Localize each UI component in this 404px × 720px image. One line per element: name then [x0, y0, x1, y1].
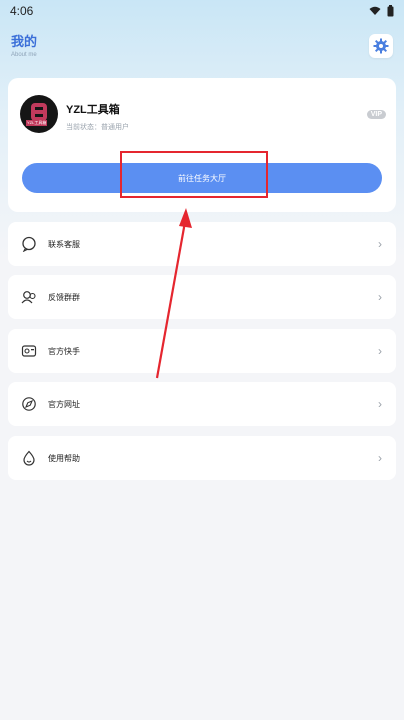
- menu-item-official-kuaishou[interactable]: 官方快手 ›: [8, 329, 396, 373]
- wifi-icon: [369, 6, 381, 15]
- chevron-right-icon: ›: [378, 397, 382, 411]
- menu-label: 反馈群群: [48, 292, 80, 302]
- help-drop-icon: [20, 449, 38, 467]
- battery-icon: [387, 5, 394, 17]
- gear-icon: [373, 38, 389, 54]
- chevron-right-icon: ›: [378, 451, 382, 465]
- vip-badge: VIP: [366, 110, 386, 119]
- settings-button[interactable]: [369, 34, 393, 58]
- chevron-right-icon: ›: [378, 290, 382, 304]
- group-icon: [20, 288, 38, 306]
- menu-item-feedback-group[interactable]: 反馈群群 ›: [8, 275, 396, 319]
- menu-label: 官方网址: [48, 399, 80, 409]
- menu-item-official-website[interactable]: 官方网址 ›: [8, 382, 396, 426]
- annotation-highlight-box: [120, 151, 268, 198]
- page-subtitle: About me: [11, 52, 37, 58]
- compass-icon: [20, 395, 38, 413]
- avatar[interactable]: YZL工具箱: [20, 95, 58, 133]
- chevron-right-icon: ›: [378, 344, 382, 358]
- user-name: YZL工具箱: [66, 104, 120, 116]
- avatar-tag: YZL工具箱: [26, 120, 48, 126]
- status-icons: [369, 5, 394, 17]
- menu-item-help[interactable]: 使用帮助 ›: [8, 436, 396, 480]
- video-icon: [20, 342, 38, 360]
- app-logo-icon: [31, 103, 47, 121]
- page-title: 我的: [11, 34, 38, 49]
- page-header: 我的 About me: [11, 34, 37, 58]
- status-time: 4:06: [10, 4, 34, 18]
- chevron-right-icon: ›: [378, 237, 382, 251]
- menu-label: 官方快手: [48, 346, 80, 356]
- menu-label: 使用帮助: [48, 453, 80, 463]
- chat-bubble-icon: [20, 235, 38, 253]
- user-status: 当前状态：普通用户: [66, 124, 129, 131]
- menu-item-contact-service[interactable]: 联系客服 ›: [8, 222, 396, 266]
- menu-label: 联系客服: [48, 239, 80, 249]
- status-bar: 4:06: [0, 0, 404, 22]
